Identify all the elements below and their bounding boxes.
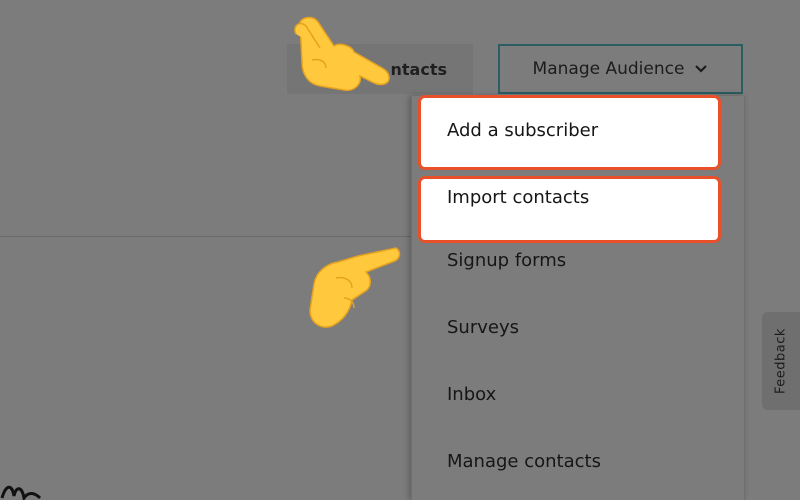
menu-item-add-subscriber[interactable]: Add a subscriber bbox=[418, 95, 721, 170]
pointing-hand-icon bbox=[294, 16, 390, 92]
manage-audience-button[interactable]: Manage Audience bbox=[498, 44, 743, 94]
menu-item-inbox[interactable]: Inbox bbox=[447, 384, 496, 405]
page-backdrop: ntacts Manage Audience Signup forms Surv… bbox=[0, 0, 800, 500]
pointing-hand-icon bbox=[309, 247, 401, 328]
menu-item-surveys[interactable]: Surveys bbox=[447, 317, 519, 338]
menu-item-import-contacts[interactable]: Import contacts bbox=[418, 176, 721, 243]
menu-item-manage-contacts[interactable]: Manage contacts bbox=[447, 451, 601, 472]
menu-item-add-subscriber-label: Add a subscriber bbox=[447, 120, 599, 141]
chevron-down-icon bbox=[695, 65, 708, 73]
feedback-label: Feedback bbox=[773, 328, 789, 394]
manage-audience-label: Manage Audience bbox=[532, 59, 685, 79]
decorative-scribble bbox=[0, 485, 42, 500]
menu-item-import-contacts-label: Import contacts bbox=[447, 187, 590, 208]
menu-item-signup-forms[interactable]: Signup forms bbox=[447, 250, 566, 271]
section-divider bbox=[0, 236, 412, 237]
feedback-tab[interactable]: Feedback bbox=[762, 312, 800, 410]
